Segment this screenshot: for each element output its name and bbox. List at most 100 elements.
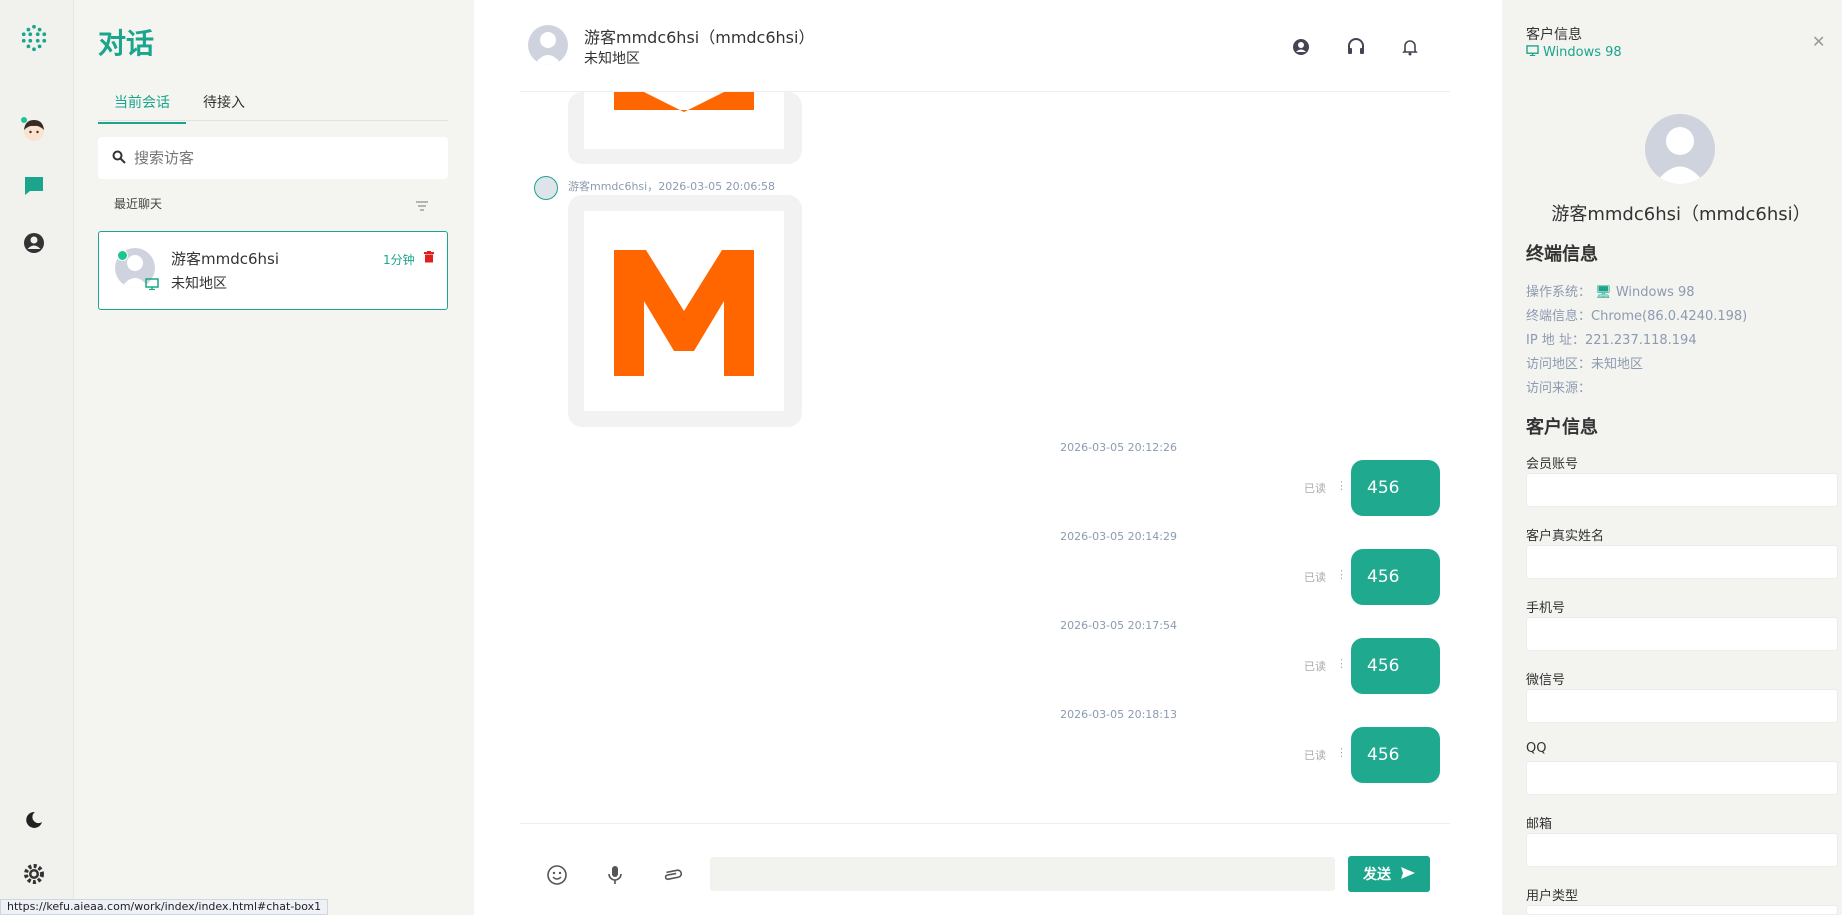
user-avatar-icon[interactable] — [20, 116, 48, 144]
os-tag: Windows 98 — [1526, 45, 1622, 60]
region-label: 访问地区： — [1526, 357, 1592, 372]
search-input[interactable] — [134, 149, 434, 167]
desktop-icon — [1526, 45, 1539, 60]
filter-icon[interactable] — [416, 196, 428, 215]
more-options-icon[interactable]: ⋮ — [1336, 479, 1347, 492]
customer-heading: 客户信息 — [1526, 417, 1598, 438]
field-label: 客户真实姓名 — [1526, 529, 1605, 544]
send-arrow-icon — [1401, 866, 1415, 882]
microphone-icon[interactable] — [604, 864, 626, 886]
source-label: 访问来源： — [1526, 381, 1592, 396]
client-value: Chrome(86.0.4240.198) — [1591, 309, 1748, 324]
close-icon[interactable]: ✕ — [1812, 32, 1825, 51]
send-label: 发送 — [1363, 866, 1391, 882]
field-label: 用户类型 — [1526, 889, 1579, 904]
image-message-partial[interactable] — [568, 92, 802, 164]
os-row: 操作系统： 🖥 Windows 98 — [1526, 281, 1695, 300]
image-content — [584, 211, 784, 411]
terminal-heading: 终端信息 — [1526, 244, 1598, 265]
tab-bar: 当前会话 待接入 — [98, 88, 448, 124]
tab-current[interactable]: 当前会话 — [98, 92, 186, 124]
image-message[interactable] — [568, 195, 802, 427]
logo-dots-icon[interactable] — [20, 24, 48, 52]
user-type-input[interactable] — [1526, 905, 1838, 915]
ip-row: IP 地 址：221.237.118.194 — [1526, 329, 1697, 348]
conversation-time: 1分钟 — [383, 253, 415, 267]
ip-label: IP 地 址： — [1526, 333, 1585, 348]
settings-icon[interactable] — [20, 860, 48, 888]
message-composer: 发送 — [520, 823, 1450, 915]
attachment-icon[interactable] — [662, 864, 684, 886]
ip-value: 221.237.118.194 — [1584, 333, 1697, 348]
chat-visitor-avatar — [528, 25, 568, 65]
real-name-input[interactable] — [1526, 545, 1838, 579]
message-bubble[interactable]: 456 — [1351, 460, 1440, 516]
incoming-message-meta: 游客mmdc6hsi，2026-03-05 20:06:58 — [568, 180, 776, 193]
chat-visitor-region: 未知地区 — [584, 51, 640, 67]
trash-icon[interactable] — [424, 248, 434, 267]
read-status: 已读 — [1304, 571, 1326, 584]
read-status: 已读 — [1304, 749, 1326, 762]
client-label: 终端信息： — [1526, 309, 1592, 324]
profile-icon[interactable] — [20, 229, 48, 257]
more-options-icon[interactable]: ⋮ — [1336, 746, 1347, 759]
source-row: 访问来源： — [1526, 377, 1591, 396]
qq-input[interactable] — [1526, 761, 1838, 795]
conversation-name: 游客mmdc6hsi — [171, 250, 280, 268]
panel-heading: 客户信息 — [1526, 27, 1582, 43]
visitor-profile-icon[interactable] — [1291, 37, 1311, 57]
m-logo-image — [614, 250, 754, 376]
moon-icon[interactable] — [20, 806, 48, 834]
field-label: 邮箱 — [1526, 817, 1553, 832]
message-input[interactable] — [710, 857, 1335, 891]
customer-name: 游客mmdc6hsi（mmdc6hsi） — [1551, 204, 1811, 225]
emoji-icon[interactable] — [546, 864, 568, 886]
os-name: Windows 98 — [1543, 45, 1622, 60]
message-bubble[interactable]: 456 — [1351, 638, 1440, 694]
desktop-icon — [145, 275, 159, 294]
chat-visitor-name: 游客mmdc6hsi（mmdc6hsi） — [584, 28, 815, 47]
phone-input[interactable] — [1526, 617, 1838, 651]
member-account-input[interactable] — [1526, 473, 1838, 507]
wechat-input[interactable] — [1526, 689, 1838, 723]
message-bubble[interactable]: 456 — [1351, 727, 1440, 783]
field-label: 微信号 — [1526, 673, 1566, 688]
message-sender-avatar — [534, 176, 558, 200]
field-label: 会员账号 — [1526, 457, 1579, 472]
customer-info-panel: 客户信息 Windows 98 ✕ 游客mmdc6hsi（mmdc6hsi） 终… — [1502, 0, 1842, 915]
message-bubble[interactable]: 456 — [1351, 549, 1440, 605]
conversation-panel: 对话 当前会话 待接入 最近聊天 游客mmdc6hsi 未知地区 1分钟 — [74, 0, 474, 915]
read-status: 已读 — [1304, 660, 1326, 673]
left-rail — [0, 0, 74, 915]
customer-avatar — [1645, 114, 1715, 184]
image-content — [584, 92, 784, 149]
message-time: 2026-03-05 20:18:13 — [1060, 708, 1177, 721]
field-label: 手机号 — [1526, 601, 1566, 616]
os-label: 操作系统： — [1526, 285, 1592, 300]
message-time: 2026-03-05 20:12:26 — [1060, 441, 1177, 454]
desktop-icon: 🖥 — [1595, 285, 1612, 300]
region-value: 未知地区 — [1591, 357, 1644, 372]
search-box[interactable] — [98, 137, 448, 179]
chat-header: 游客mmdc6hsi（mmdc6hsi） 未知地区 — [520, 0, 1450, 92]
search-icon — [112, 149, 126, 168]
recent-chats-label: 最近聊天 — [114, 197, 163, 211]
status-bar-url: https://kefu.aieaa.com/work/index/index.… — [0, 899, 329, 915]
bell-icon[interactable] — [1400, 37, 1420, 57]
send-button[interactable]: 发送 — [1348, 856, 1430, 892]
chat-area: 游客mmdc6hsi（mmdc6hsi） 未知地区 游客mmdc6hsi，202… — [474, 0, 1502, 915]
tab-pending[interactable]: 待接入 — [203, 92, 245, 122]
headset-icon[interactable] — [1346, 37, 1366, 57]
client-row: 终端信息：Chrome(86.0.4240.198) — [1526, 305, 1747, 324]
email-input[interactable] — [1526, 833, 1838, 867]
more-options-icon[interactable]: ⋮ — [1336, 568, 1347, 581]
conversation-item[interactable]: 游客mmdc6hsi 未知地区 1分钟 — [98, 231, 448, 310]
os-value: Windows 98 — [1615, 285, 1695, 300]
conversation-region: 未知地区 — [171, 276, 227, 292]
region-row: 访问地区：未知地区 — [1526, 353, 1643, 372]
read-status: 已读 — [1304, 482, 1326, 495]
chat-icon[interactable] — [20, 172, 48, 200]
more-options-icon[interactable]: ⋮ — [1336, 657, 1347, 670]
panel-title: 对话 — [98, 27, 155, 60]
message-time: 2026-03-05 20:14:29 — [1060, 530, 1177, 543]
